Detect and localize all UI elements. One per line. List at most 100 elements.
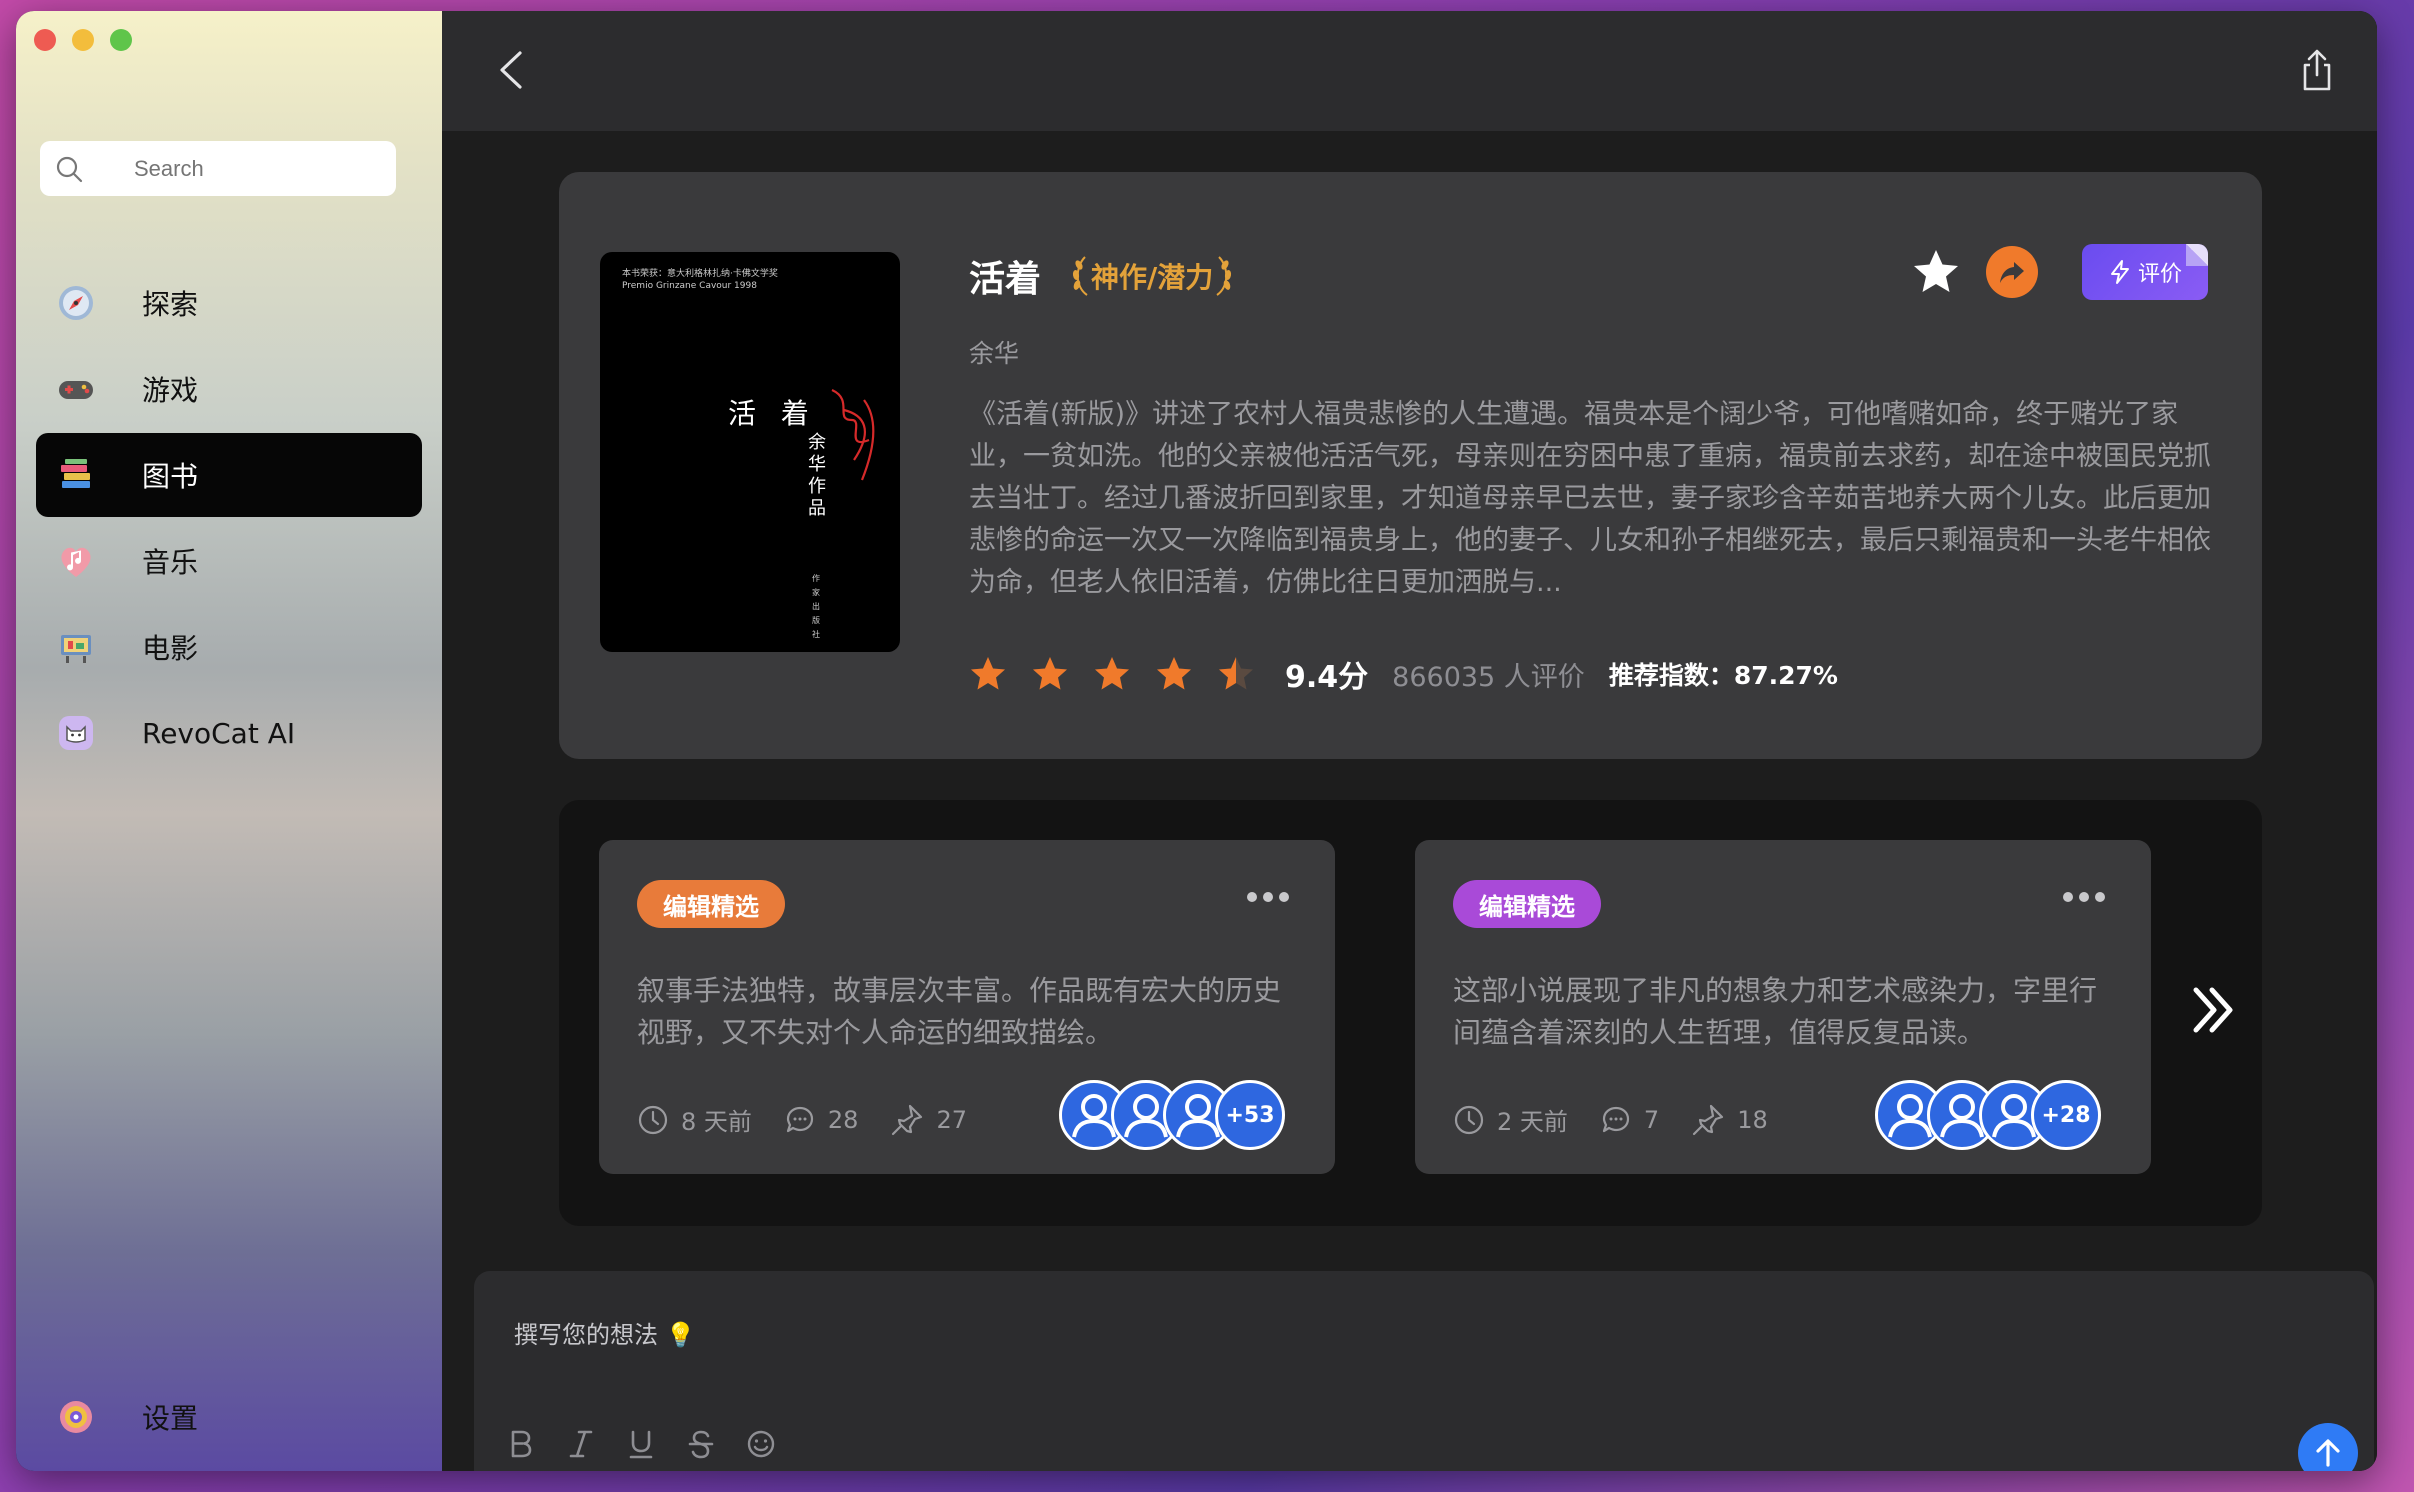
comment-replies[interactable]: 7 (1600, 1104, 1659, 1136)
cover-author: 余华作品 (808, 432, 826, 519)
rating-row: 9.4分 866035 人评价 推荐指数：87.27% (969, 652, 1838, 696)
cover-award-text: 本书荣获：意大利格林扎纳·卡佛文学奖 Premio Grinzane Cavou… (622, 268, 778, 292)
chat-bubble-icon (786, 1106, 814, 1132)
sidebar-item-revocat-ai[interactable]: RevoCat AI (36, 691, 422, 775)
comment-time-label: 2 天前 (1497, 1108, 1568, 1136)
close-window-button[interactable] (34, 29, 56, 51)
star-rating (969, 655, 1255, 693)
sidebar-item-label: 音乐 (142, 546, 199, 579)
recommend-index: 推荐指数：87.27% (1608, 661, 1838, 690)
star-icon (971, 657, 1005, 690)
comment-likes[interactable]: 27 (890, 1103, 967, 1137)
star-icon (1219, 657, 1253, 690)
comment-replies[interactable]: 28 (784, 1104, 859, 1136)
send-button[interactable] (2298, 1423, 2358, 1471)
share-icon[interactable] (2297, 47, 2337, 93)
book-actions: 评价 (1910, 244, 2208, 300)
forward-button[interactable] (1986, 246, 2038, 298)
strikethrough-icon[interactable] (686, 1429, 716, 1459)
editor-placeholder[interactable]: 撰写您的想法 💡 (514, 1315, 696, 1350)
sidebar-item-games[interactable]: 游戏 (36, 347, 422, 431)
comment-likes[interactable]: 18 (1691, 1103, 1768, 1137)
comments-panel: 编辑精选 叙事手法独特，故事层次丰富。作品既有宏大的历史视野，又不失对个人命运的… (559, 800, 2262, 1226)
book-author[interactable]: 余华 (969, 334, 1019, 370)
bold-icon[interactable] (506, 1429, 536, 1459)
more-options-icon[interactable] (1247, 892, 1289, 902)
compass-icon (56, 283, 96, 323)
underline-icon[interactable] (626, 1429, 656, 1459)
comment-text: 这部小说展现了非凡的想象力和艺术感染力，字里行间蕴含着深刻的人生哲理，值得反复品… (1453, 974, 2098, 1049)
rate-label: 评价 (2137, 262, 2182, 287)
comment-card[interactable]: 编辑精选 叙事手法独特，故事层次丰富。作品既有宏大的历史视野，又不失对个人命运的… (599, 840, 1335, 1174)
italic-icon[interactable] (566, 1429, 596, 1459)
music-icon (56, 541, 96, 581)
more-options-icon[interactable] (2063, 892, 2105, 902)
arrow-up-icon (2316, 1439, 2340, 1467)
gear-icon (56, 1397, 96, 1437)
sidebar-item-settings[interactable]: 设置 (36, 1381, 422, 1453)
movie-icon (56, 627, 96, 667)
chevron-double-right-icon[interactable] (2188, 980, 2240, 1040)
pin-icon (1693, 1104, 1724, 1135)
search-icon (56, 156, 83, 182)
star-icon (1157, 657, 1191, 690)
forward-arrow-icon (2000, 262, 2024, 283)
cat-icon (56, 713, 96, 753)
laurel-right-icon (1216, 256, 1232, 296)
reply-count: 7 (1643, 1105, 1660, 1134)
editor-pick-tag: 编辑精选 (637, 880, 785, 928)
book-score: 9.4分 (1285, 660, 1369, 695)
rate-button[interactable]: 评价 (2082, 244, 2208, 300)
back-icon[interactable] (492, 47, 532, 93)
sidebar-item-label: 游戏 (142, 374, 199, 407)
sidebar-item-label: 探索 (142, 288, 199, 321)
clock-icon (1454, 1105, 1484, 1134)
sidebar-item-movies[interactable]: 电影 (36, 605, 422, 689)
cover-award-line: 本书荣获：意大利格林扎纳·卡佛文学奖 (622, 269, 778, 279)
minimize-window-button[interactable] (72, 29, 94, 51)
comment-time: 8 天前 (637, 1102, 752, 1137)
chat-bubble-icon (1602, 1106, 1630, 1132)
pin-icon (892, 1104, 923, 1135)
badge-label: 神作/潜力 (1091, 261, 1214, 294)
star-icon (1095, 657, 1129, 690)
main-content: 本书荣获：意大利格林扎纳·卡佛文学奖 Premio Grinzane Cavou… (442, 11, 2377, 1471)
comment-time-label: 8 天前 (681, 1108, 752, 1136)
corner-fold (2186, 244, 2208, 266)
search-input[interactable] (134, 155, 354, 182)
participant-avatars[interactable]: +28 (1875, 1080, 2101, 1150)
comment-meta: 2 天前 7 18 (1453, 1102, 1800, 1137)
rating-badge: 神作/潜力 (1071, 255, 1233, 297)
editor-pick-tag: 编辑精选 (1453, 880, 1601, 928)
reply-count: 28 (827, 1105, 859, 1134)
gamepad-icon (56, 369, 96, 409)
like-count: 27 (936, 1105, 967, 1134)
book-cover: 本书荣获：意大利格林扎纳·卡佛文学奖 Premio Grinzane Cavou… (600, 252, 900, 652)
app-window: 探索 游戏 图书 音乐 (16, 11, 2377, 1471)
sidebar: 探索 游戏 图书 音乐 (16, 11, 442, 1471)
book-description: 《活着(新版)》讲述了农村人福贵悲惨的人生遭遇。福贵本是个阔少爷，可他嗜赌如命，… (969, 399, 2211, 598)
comment-text: 叙事手法独特，故事层次丰富。作品既有宏大的历史视野，又不失对个人命运的细致描绘。 (637, 974, 1282, 1049)
book-detail-card: 本书荣获：意大利格林扎纳·卡佛文学奖 Premio Grinzane Cavou… (559, 172, 2262, 759)
participant-avatars[interactable]: +53 (1059, 1080, 1285, 1150)
comment-card[interactable]: 编辑精选 这部小说展现了非凡的想象力和艺术感染力，字里行间蕴含着深刻的人生哲理，… (1415, 840, 2151, 1174)
cover-signature (831, 388, 875, 481)
clock-icon (638, 1105, 668, 1134)
star-icon (1033, 657, 1067, 690)
comment-editor[interactable]: 撰写您的想法 💡 (474, 1271, 2374, 1471)
sidebar-item-label: RevoCat AI (142, 716, 296, 750)
favorite-star-icon[interactable] (1910, 246, 1962, 298)
format-toolbar (506, 1429, 776, 1459)
sidebar-item-books[interactable]: 图书 (36, 433, 422, 517)
sidebar-item-music[interactable]: 音乐 (36, 519, 422, 603)
search-box[interactable] (40, 141, 396, 196)
laurel-left-icon (1072, 256, 1088, 296)
sidebar-item-explore[interactable]: 探索 (36, 261, 422, 345)
review-count[interactable]: 866035 人评价 (1392, 655, 1585, 694)
sidebar-item-label: 图书 (142, 460, 199, 493)
zoom-window-button[interactable] (110, 29, 132, 51)
cover-award-line: Premio Grinzane Cavour 1998 (622, 281, 757, 291)
title-row: 活着 神作/潜力 (969, 250, 1233, 302)
emoji-icon[interactable] (746, 1429, 776, 1459)
book-title: 活着 (969, 259, 1042, 300)
